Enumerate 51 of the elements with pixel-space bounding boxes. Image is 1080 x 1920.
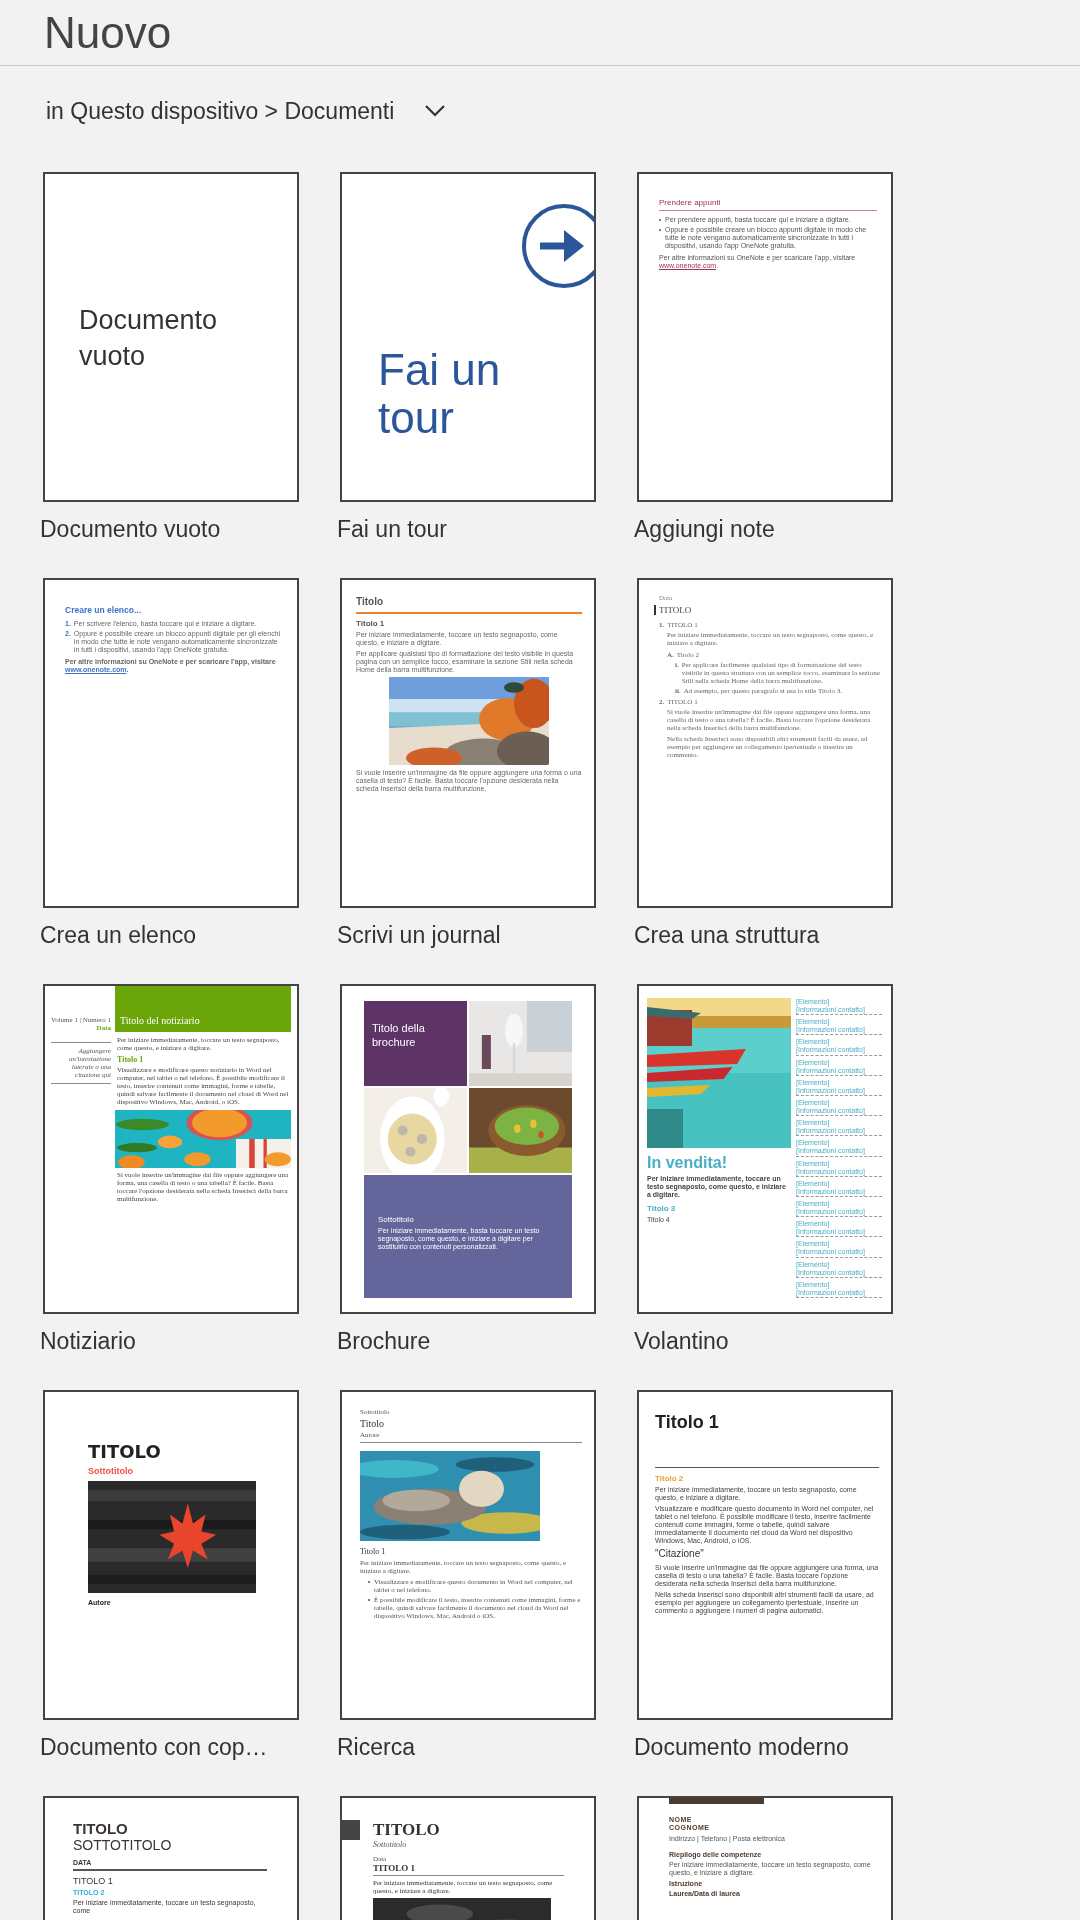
template-label[interactable]: Aggiungi note	[634, 514, 893, 544]
template-thumbnail[interactable]	[340, 1390, 596, 1720]
template-thumbnail[interactable]	[43, 578, 299, 908]
thumbnail-text: Fai un tour	[378, 346, 502, 442]
document-title: TITOLO	[654, 605, 881, 616]
subtitle: Sottotitolo	[378, 1215, 415, 1225]
subtitle: Sottotitolo	[88, 1465, 134, 1477]
template-thumbnail[interactable]	[637, 172, 893, 502]
subtitle: SOTTOTITOLO	[73, 1837, 173, 1854]
template-label[interactable]: Crea un elenco	[40, 920, 299, 950]
template-thumbnail[interactable]	[637, 984, 893, 1314]
location-dropdown[interactable]: in Questo dispositivo > Documenti	[46, 96, 447, 126]
template-label[interactable]: Notiziario	[40, 1326, 299, 1356]
heading: Titolo 1	[117, 1055, 145, 1065]
template-label[interactable]: Brochure	[337, 1326, 596, 1356]
title-banner: Titolo del notiziario	[115, 986, 291, 1032]
template-label[interactable]: Fai un tour	[337, 514, 596, 544]
template-label[interactable]: Volantino	[634, 1326, 893, 1356]
heading: Titolo 3	[647, 1203, 677, 1213]
title-panel: Titolo della brochure	[364, 1001, 467, 1086]
template-label[interactable]: Ricerca	[337, 1732, 596, 1762]
template-label[interactable]: Documento vuoto	[40, 514, 299, 544]
chevron-down-icon	[424, 104, 447, 118]
document-title: TITOLO	[88, 1442, 162, 1463]
heading: Creare un elenco...	[65, 606, 143, 616]
heading: Titolo 2	[655, 1473, 685, 1483]
template-label[interactable]: Scrivi un journal	[337, 920, 596, 950]
heading: Prendere appunti	[659, 198, 877, 212]
template-label[interactable]: Documento con cop…	[40, 1732, 299, 1762]
page-title: Nuovo	[43, 7, 173, 59]
document-title: TITOLO	[73, 1820, 129, 1838]
heading: TITOLO 1	[73, 1876, 114, 1887]
subtitle: Sottotitolo	[373, 1839, 408, 1849]
heading: Titolo 1	[360, 1546, 387, 1556]
template-label[interactable]: Crea una struttura	[634, 920, 893, 950]
document-title: Titolo	[356, 596, 385, 608]
document-title: In vendita!	[647, 1154, 728, 1173]
heading: TITOLO 1	[373, 1862, 417, 1874]
template-thumbnail[interactable]	[637, 578, 893, 908]
template-thumbnail[interactable]	[637, 1390, 893, 1720]
template-label[interactable]: Documento moderno	[634, 1732, 893, 1762]
template-thumbnail[interactable]	[340, 578, 596, 908]
quote-text: "Citazione"	[655, 1548, 705, 1560]
document-title: Titolo 1	[655, 1412, 720, 1433]
heading: Titolo 1	[356, 618, 386, 628]
template-thumbnail[interactable]: Fai un tour	[340, 172, 596, 502]
thumbnail-text: Documento vuoto	[79, 304, 219, 373]
template-thumbnail[interactable]	[43, 984, 299, 1314]
document-title: TITOLO	[342, 1820, 564, 1840]
template-thumbnail[interactable]: Documento vuoto	[43, 172, 299, 502]
document-title: Titolo	[360, 1418, 386, 1430]
